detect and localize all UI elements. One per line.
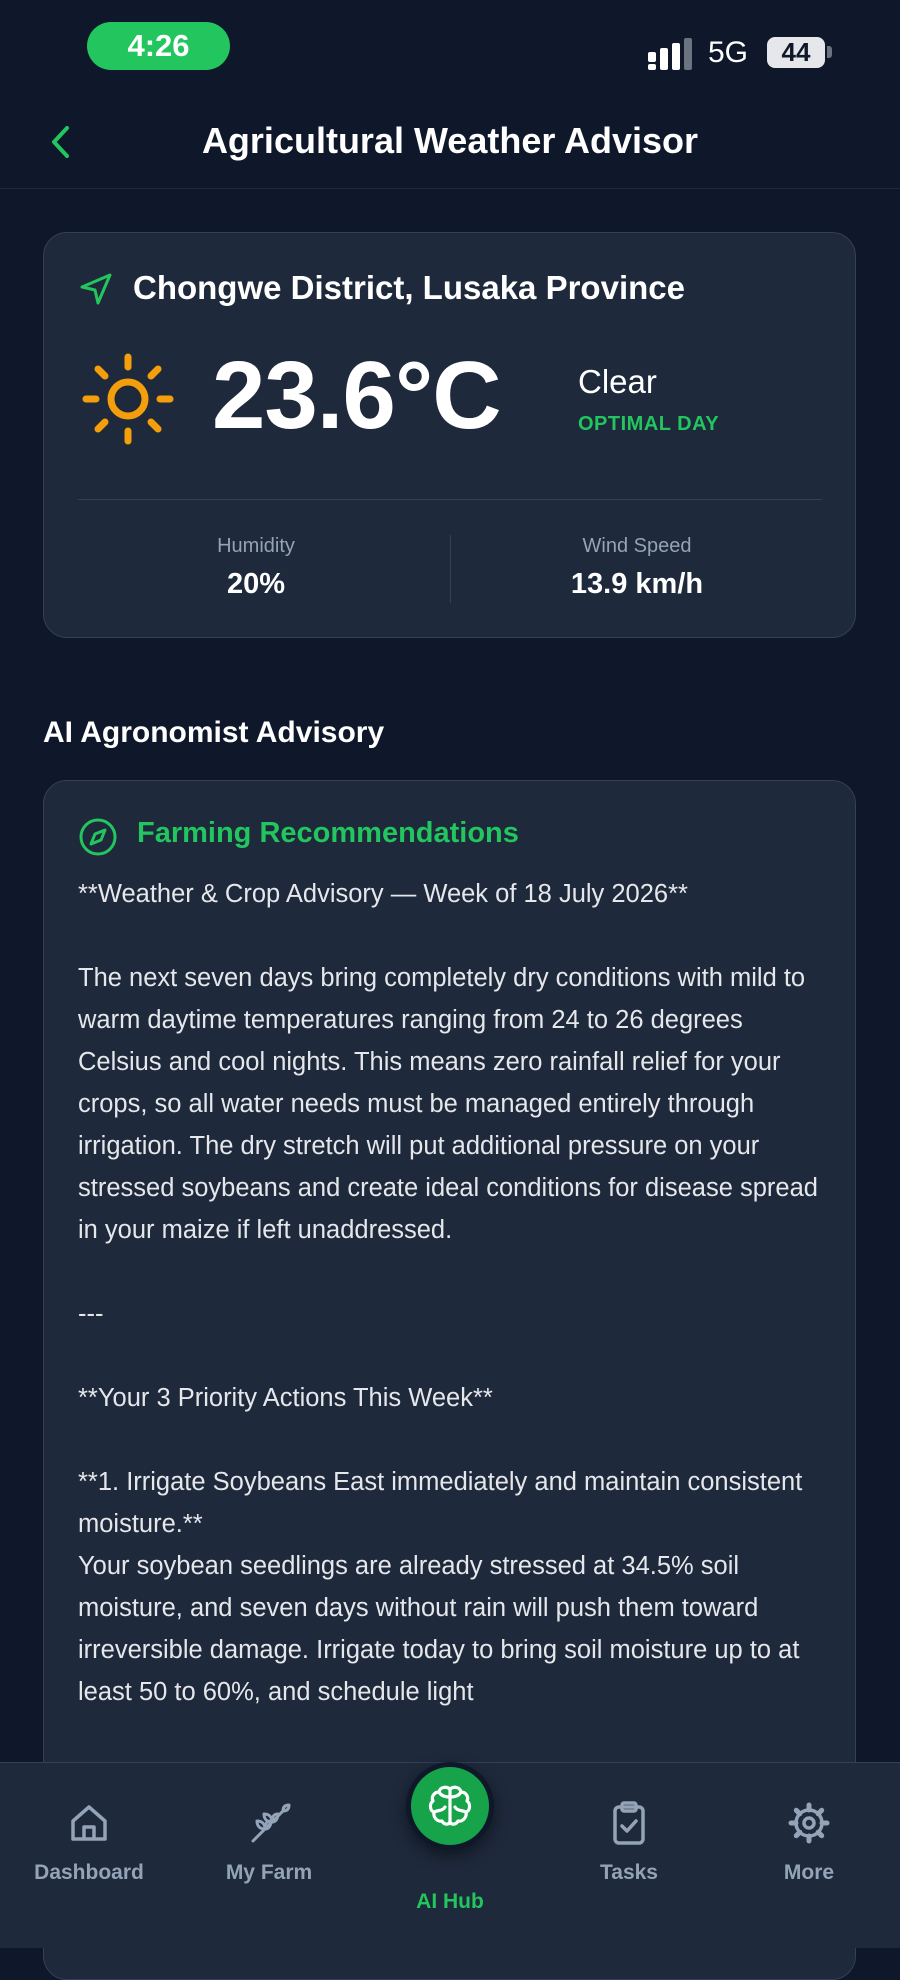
nav-label: More: [783, 1861, 835, 1884]
page-title: Agricultural Weather Advisor: [201, 120, 699, 161]
nav-label: My Farm: [225, 1861, 313, 1884]
gear-icon: [788, 1802, 830, 1844]
nav-label: Tasks: [600, 1861, 658, 1884]
home-icon: [71, 1805, 107, 1841]
sun-icon: [82, 353, 174, 445]
compass-icon: [79, 818, 117, 856]
brain-icon: [428, 1785, 472, 1826]
humidity-value: 20%: [226, 568, 286, 600]
nav-more[interactable]: More: [734, 1799, 884, 1885]
status-time: 4:26: [87, 22, 230, 70]
nav-my-farm[interactable]: My Farm: [194, 1799, 344, 1885]
day-status-badge: OPTIMAL DAY: [578, 413, 720, 435]
battery-icon: 44: [767, 37, 825, 68]
app-header: Agricultural Weather Advisor: [0, 100, 900, 189]
status-bar: 4:26 5G 44: [0, 0, 900, 100]
humidity-label: Humidity: [217, 535, 295, 557]
wind-stat: Wind Speed 13.9 km/h: [477, 535, 797, 601]
temperature: 23.6°C: [212, 342, 502, 449]
recommendations-title: Farming Recommendations: [137, 817, 519, 849]
section-title: AI Agronomist Advisory: [43, 716, 385, 749]
nav-tasks[interactable]: Tasks: [554, 1799, 704, 1885]
signal-icon: [648, 38, 692, 70]
ai-hub-button[interactable]: [406, 1762, 494, 1850]
location-name: Chongwe District, Lusaka Province: [133, 269, 685, 306]
clipboard-check-icon: [613, 1801, 645, 1845]
divider: [78, 499, 822, 500]
nav-dashboard[interactable]: Dashboard: [14, 1799, 164, 1885]
nav-ai-hub-label[interactable]: AI Hub: [375, 1890, 525, 1914]
wind-value: 13.9 km/h: [570, 568, 704, 600]
navigation-arrow-icon: [80, 273, 112, 305]
weather-card: Chongwe District, Lusaka Province 23.6°C…: [43, 232, 856, 638]
network-label: 5G: [708, 36, 749, 69]
advisory-text: **Weather & Crop Advisory — Week of 18 J…: [78, 880, 818, 1706]
battery-tip: [827, 46, 832, 58]
wheat-icon: [251, 1803, 291, 1843]
weather-condition: Clear: [578, 363, 657, 400]
stat-divider: [450, 535, 451, 603]
humidity-stat: Humidity 20%: [96, 535, 416, 601]
wind-label: Wind Speed: [582, 535, 692, 557]
nav-label: Dashboard: [34, 1861, 144, 1884]
